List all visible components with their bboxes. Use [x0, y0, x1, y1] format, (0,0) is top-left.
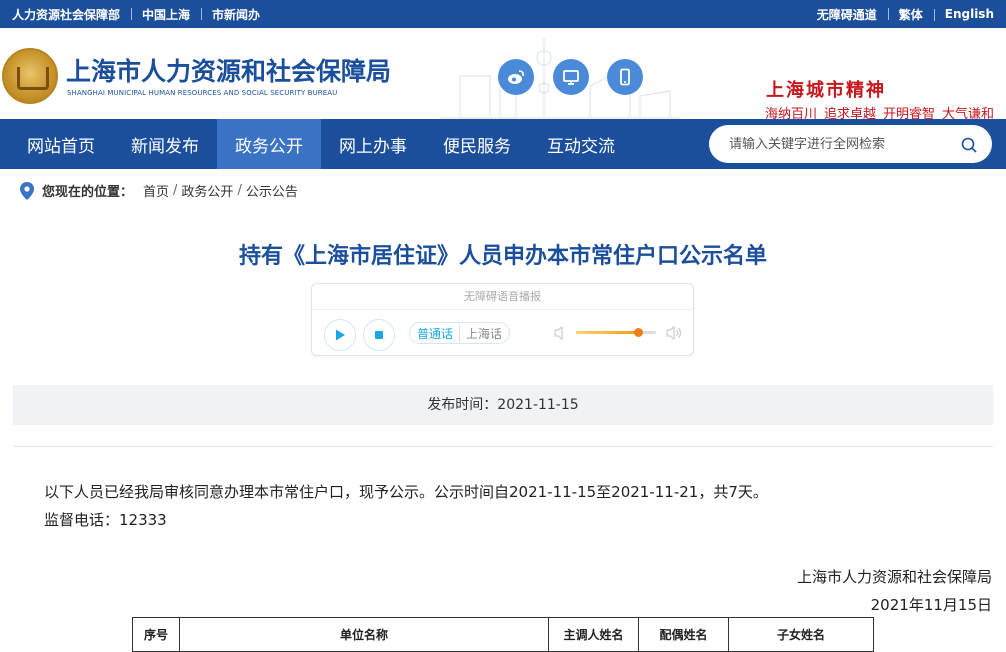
column-header-number: 序号 [132, 617, 180, 652]
audio-player: 无障碍语音播报 普通话 上海话 [311, 283, 694, 356]
signature-org: 上海市人力资源和社会保障局 [796, 568, 992, 586]
volume-slider[interactable] [576, 328, 656, 337]
dialect-switch: 普通话 上海话 [409, 322, 511, 344]
article-title: 持有《上海市居住证》人员申办本市常住户口公示名单 [238, 244, 767, 269]
nav-item-news[interactable]: 新闻发布 [113, 119, 217, 169]
audio-caption: 无障碍语音播报 [312, 284, 693, 310]
top-link-english[interactable]: English [933, 7, 994, 21]
top-link-accessibility[interactable]: 无障碍通道 [817, 6, 888, 23]
top-links-right: 无障碍通道 繁体 English [817, 6, 994, 23]
nav-item-public-services[interactable]: 便民服务 [425, 119, 529, 169]
signature-date: 2021年11月15日 [870, 596, 992, 614]
nav-item-home[interactable]: 网站首页 [0, 119, 113, 169]
breadcrumb-separator: / [237, 183, 242, 198]
breadcrumb-separator: / [173, 183, 178, 198]
breadcrumb-announcements[interactable]: 公示公告 [246, 181, 298, 200]
site-logo-subtitle: SHANGHAI MUNICIPAL HUMAN RESOURCES AND S… [67, 89, 338, 97]
search-input[interactable] [729, 136, 949, 152]
main-nav: 网站首页 新闻发布 政务公开 网上办事 便民服务 互动交流 [0, 119, 1006, 169]
applicant-table: 序号 单位名称 主调人姓名 配偶姓名 子女姓名 [132, 617, 874, 652]
volume-slider-fill [576, 331, 639, 334]
column-header-applicant: 主调人姓名 [548, 617, 639, 652]
volume-slider-handle[interactable] [634, 328, 644, 337]
breadcrumb-government-affairs[interactable]: 政务公开 [181, 181, 233, 200]
nav-item-online-services[interactable]: 网上办事 [321, 119, 425, 169]
supervision-phone: 监督电话：12333 [44, 511, 167, 529]
content-divider [13, 446, 993, 447]
table-header-row: 序号 单位名称 主调人姓名 配偶姓名 子女姓名 [132, 617, 874, 652]
volume-low-icon [554, 325, 563, 341]
weibo-glyph-icon [508, 70, 524, 84]
top-bar: 人力资源社会保障部 中国上海 市新闻办 无障碍通道 繁体 English [0, 0, 1006, 28]
weibo-icon[interactable] [498, 59, 534, 95]
top-link-traditional[interactable]: 繁体 [887, 6, 934, 23]
top-link-mohrss[interactable]: 人力资源社会保障部 [12, 6, 131, 23]
stop-icon [375, 331, 383, 339]
breadcrumb: 您现在的位置： 首页 / 政务公开 / 公示公告 [20, 181, 298, 200]
desktop-icon[interactable] [553, 59, 589, 95]
article-paragraph: 以下人员已经我局审核同意办理本市常住户口，现予公示。公示时间自2021-11-1… [44, 483, 768, 501]
desktop-glyph-icon [563, 70, 579, 85]
dialect-shanghainese[interactable]: 上海话 [460, 325, 502, 342]
breadcrumb-label: 您现在的位置： [42, 185, 134, 200]
column-header-employer: 单位名称 [179, 617, 549, 652]
publish-time: 发布时间：2021-11-15 [13, 385, 993, 425]
emblem-icon[interactable] [2, 48, 58, 104]
mobile-glyph-icon [620, 68, 630, 86]
city-spirit-title: 上海城市精神 [766, 80, 886, 101]
location-pin-icon [20, 181, 34, 200]
top-link-news-office[interactable]: 市新闻办 [201, 6, 271, 23]
search-box [709, 125, 992, 163]
site-header: 上海市人力资源和社会保障局 SHANGHAI MUNICIPAL HUMAN R… [0, 28, 1006, 122]
stop-button[interactable] [363, 319, 395, 351]
breadcrumb-home[interactable]: 首页 [143, 181, 169, 200]
top-links-left: 人力资源社会保障部 中国上海 市新闻办 [12, 6, 271, 23]
play-button[interactable] [324, 319, 356, 351]
site-logo-title[interactable]: 上海市人力资源和社会保障局 [66, 52, 391, 88]
play-icon [336, 329, 345, 341]
mobile-icon[interactable] [607, 59, 643, 95]
volume-high-icon [666, 325, 682, 341]
column-header-children: 子女姓名 [728, 617, 874, 652]
top-link-china-shanghai[interactable]: 中国上海 [131, 6, 201, 23]
nav-item-government-affairs[interactable]: 政务公开 [217, 119, 321, 169]
nav-item-interaction[interactable]: 互动交流 [529, 119, 633, 169]
dialect-mandarin[interactable]: 普通话 [417, 324, 461, 342]
column-header-spouse: 配偶姓名 [638, 617, 729, 652]
search-icon[interactable] [960, 136, 978, 154]
